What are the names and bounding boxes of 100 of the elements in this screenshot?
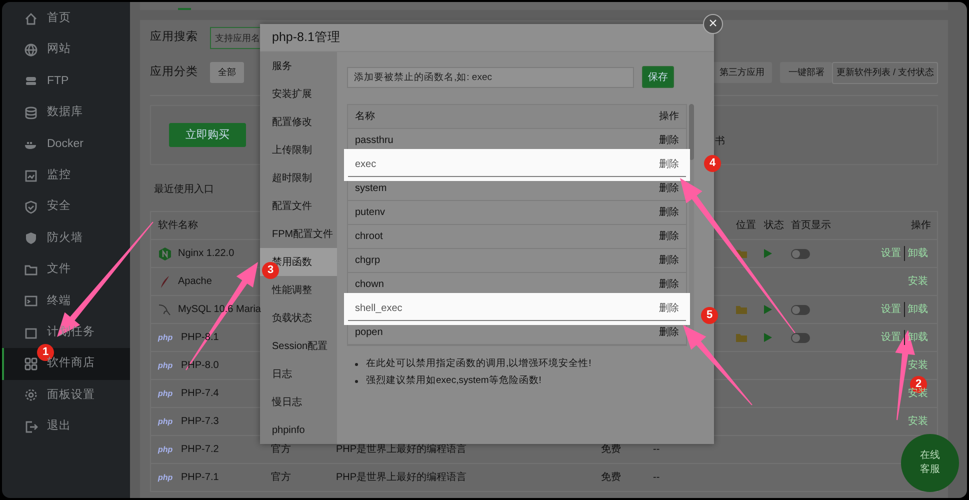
app-name: PHP-7.4	[181, 387, 219, 401]
sidebar-item[interactable]: Docker	[2, 128, 130, 160]
menu-item[interactable]: 超时限制	[260, 164, 337, 192]
action-link[interactable]: 设置	[878, 302, 904, 317]
menu-item[interactable]: FPM配置文件	[260, 220, 337, 248]
category-tab[interactable]: 一键部署	[780, 62, 832, 83]
action-link[interactable]: 安装	[905, 414, 931, 429]
play-icon[interactable]	[764, 305, 772, 314]
menu-item[interactable]: 安装扩展	[260, 80, 337, 108]
folder-icon	[24, 262, 38, 277]
folder-icon[interactable]	[736, 304, 748, 314]
hexagon-icon	[158, 246, 172, 260]
column-header: 软件名称	[158, 219, 198, 233]
column-header: 操作	[911, 219, 931, 233]
sidebar-item[interactable]: 退出	[2, 411, 130, 442]
sidebar-item[interactable]: 终端	[2, 286, 130, 317]
table-cell-text: --	[653, 471, 660, 485]
play-icon[interactable]	[764, 333, 772, 342]
save-button[interactable]: 保存	[642, 66, 674, 88]
sidebar-item[interactable]: 文件	[2, 254, 130, 286]
sidebar-item[interactable]: 安全	[2, 191, 130, 223]
menu-item[interactable]: 性能调整	[260, 276, 337, 304]
delete-link[interactable]: 删除	[659, 325, 679, 340]
settings-icon	[24, 388, 38, 402]
action-link[interactable]: 安装	[905, 358, 931, 373]
menu-item[interactable]: 配置文件	[260, 192, 337, 220]
home-icon	[24, 12, 38, 26]
function-name: passthru	[355, 134, 394, 148]
action-link[interactable]: 卸载	[904, 302, 931, 317]
menu-item[interactable]: 慢日志	[260, 388, 337, 416]
shield-icon	[24, 231, 38, 246]
php-logo: php	[158, 332, 174, 344]
sidebar-item[interactable]: 监控	[2, 160, 130, 192]
table-cell-text: --	[653, 443, 660, 457]
buy-button[interactable]: 立即购买	[169, 123, 246, 147]
menu-item[interactable]: 日志	[260, 360, 337, 388]
delete-link[interactable]: 删除	[659, 277, 679, 292]
app-name: Nginx 1.22.0	[178, 247, 234, 261]
menu-item[interactable]: 配置修改	[260, 108, 337, 136]
menu-item[interactable]: Session配置	[260, 332, 337, 360]
function-name: shell_exec	[355, 302, 402, 316]
delete-link[interactable]: 删除	[659, 133, 679, 148]
feather-icon	[158, 274, 172, 288]
table-cell-text: PHP是世界上最好的编程语言	[336, 470, 467, 485]
function-name: chroot	[355, 230, 383, 244]
logout-icon	[24, 420, 38, 434]
action-link[interactable]: 卸载	[904, 246, 931, 261]
refresh-button[interactable]: 更新软件列表 / 支付状态	[832, 62, 938, 84]
sidebar-item[interactable]: FTP	[2, 66, 130, 98]
delete-link[interactable]: 删除	[659, 301, 679, 316]
menu-item[interactable]: phpinfo	[260, 416, 337, 444]
function-name: chgrp	[355, 254, 380, 268]
delete-link[interactable]: 删除	[659, 229, 679, 244]
function-name: system	[355, 182, 387, 196]
delete-link[interactable]: 删除	[659, 157, 679, 172]
globe-icon	[24, 43, 38, 58]
column-header: 首页显示	[791, 219, 831, 233]
promo-text: 书	[715, 134, 725, 148]
action-link[interactable]: 安装	[905, 274, 931, 289]
category-tab[interactable]: 全部	[210, 62, 244, 83]
bullet-icon	[355, 380, 358, 383]
delete-link[interactable]: 删除	[659, 181, 679, 196]
toggle-switch[interactable]	[791, 248, 810, 258]
sidebar-item[interactable]: 防火墙	[2, 222, 130, 254]
delete-link[interactable]: 删除	[659, 253, 679, 268]
action-link[interactable]: 设置	[878, 246, 904, 261]
sidebar-item[interactable]: 首页	[2, 3, 130, 34]
column-header: 位置	[736, 218, 756, 233]
delete-link[interactable]: 删除	[659, 205, 679, 220]
grid-icon	[24, 356, 38, 371]
database-icon	[24, 106, 38, 120]
table-cell-text: 官方	[271, 443, 291, 457]
column-header: 操作	[659, 110, 679, 124]
toggle-switch[interactable]	[791, 332, 810, 342]
php-logo: php	[158, 444, 174, 456]
function-name: exec	[355, 158, 376, 172]
php-logo: php	[158, 416, 174, 428]
column-header: 状态	[764, 218, 784, 233]
sidebar-item[interactable]: 网站	[2, 34, 130, 66]
dolphin-icon	[158, 302, 172, 316]
function-name: putenv	[355, 206, 386, 220]
app-name: PHP-7.1	[181, 471, 219, 485]
action-link[interactable]: 安装	[905, 386, 931, 401]
menu-item[interactable]: 上传限制	[260, 136, 337, 164]
category-tab[interactable]: 第三方应用	[711, 62, 772, 83]
sidebar-item[interactable]: 数据库	[2, 97, 130, 129]
sidebar-item[interactable]: 面板设置	[2, 380, 130, 412]
menu-item[interactable]: 负载状态	[260, 304, 337, 332]
table-cell-text: 免费	[601, 470, 621, 485]
note-text: 在此处可以禁用指定函数的调用,以增强环境安全性!	[366, 357, 592, 372]
php-logo: php	[158, 472, 174, 484]
function-name: chown	[355, 278, 384, 292]
table-cell-text: PHP是世界上最好的编程语言	[336, 443, 467, 457]
menu-item[interactable]: 服务	[260, 52, 337, 80]
function-input[interactable]: 添加要被禁止的函数名,如: exec	[347, 66, 634, 88]
app-name: Apache	[178, 275, 212, 289]
toggle-switch[interactable]	[791, 304, 810, 314]
search-label: 应用搜索	[150, 30, 198, 45]
action-link[interactable]: 设置	[878, 330, 904, 345]
play-icon[interactable]	[764, 249, 772, 258]
